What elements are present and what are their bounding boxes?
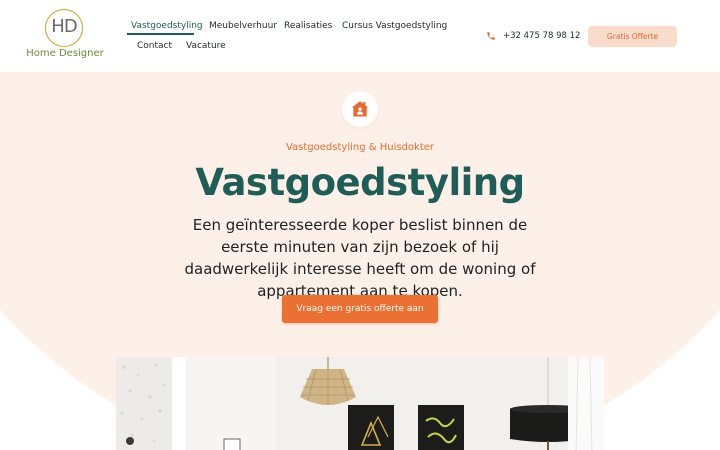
nav-item-cursus-vastgoedstyling[interactable]: Cursus Vastgoedstyling <box>342 20 447 32</box>
free-quote-button[interactable]: Gratis Offerte <box>588 26 677 47</box>
page-title: Vastgoedstyling <box>195 161 525 204</box>
house-icon <box>351 101 369 117</box>
site-header: HD Home Designer Vastgoedstyling Meubelv… <box>0 0 720 72</box>
logo-mark: HD <box>51 16 77 37</box>
nav-item-meubelverhuur[interactable]: Meubelverhuur <box>209 20 277 32</box>
nav-item-vacature[interactable]: Vacature <box>186 40 226 52</box>
nav-active-indicator <box>127 33 194 35</box>
request-quote-button[interactable]: Vraag een gratis offerte aan <box>282 295 438 323</box>
interior-photo <box>116 357 604 450</box>
hero-icon-badge <box>342 91 378 127</box>
logo-text: Home Designer <box>26 48 104 59</box>
interior-photo-illustration <box>116 357 604 450</box>
hero-text: Een geïnteresseerde koper beslist binnen… <box>184 216 536 300</box>
phone-icon <box>487 32 495 40</box>
hero-section: Vastgoedstyling & Huisdokter Vastgoedsty… <box>0 72 720 450</box>
nav-item-vastgoedstyling[interactable]: Vastgoedstyling <box>131 20 203 32</box>
nav-item-contact[interactable]: Contact <box>137 40 172 52</box>
nav-item-realisaties[interactable]: Realisaties <box>284 20 332 32</box>
phone-number[interactable]: +32 475 78 98 12 <box>503 30 580 42</box>
logo[interactable]: HD Home Designer <box>26 9 104 63</box>
hero-eyebrow: Vastgoedstyling & Huisdokter <box>285 142 435 153</box>
